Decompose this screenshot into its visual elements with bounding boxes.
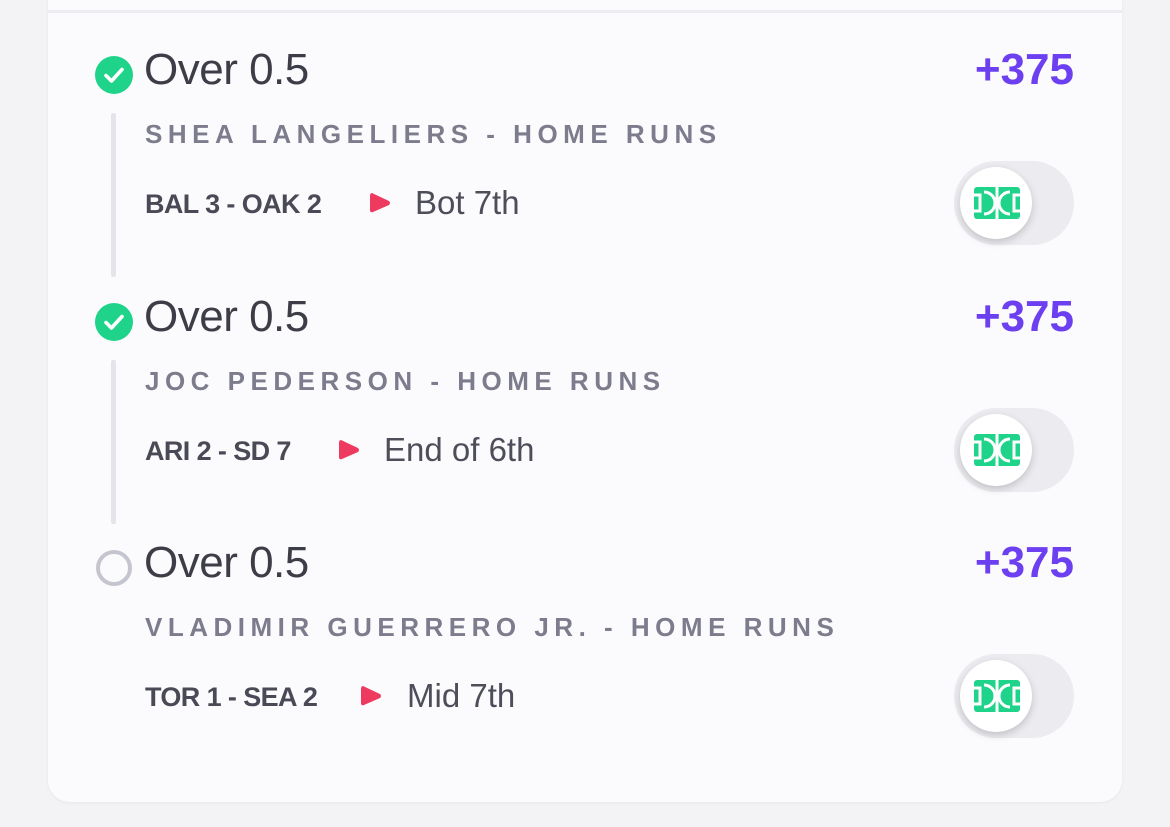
parlay-card: Over 0.5 +375 SHEA LANGELIERS - HOME RUN… — [48, 0, 1122, 802]
leg-connector-line — [111, 360, 116, 524]
market-label: SHEA LANGELIERS - HOME RUNS — [145, 119, 722, 149]
game-score: ARI 2 - SD 7 — [145, 436, 291, 466]
play-triangle-icon — [361, 686, 381, 706]
parlay-leg: Over 0.5 +375 VLADIMIR GUERRERO JR. - HO… — [48, 538, 1122, 792]
check-circle-icon — [95, 56, 133, 94]
check-circle-icon — [95, 303, 133, 341]
odds-value: +375 — [974, 45, 1074, 94]
selection-label: Over 0.5 — [144, 292, 309, 341]
field-icon — [974, 187, 1020, 219]
game-score: TOR 1 - SEA 2 — [145, 682, 318, 712]
play-triangle-icon — [370, 193, 390, 213]
field-view-toggle[interactable] — [954, 654, 1074, 738]
play-triangle-icon — [339, 440, 359, 460]
selection-label: Over 0.5 — [144, 538, 309, 587]
selection-label: Over 0.5 — [144, 45, 309, 94]
field-icon — [974, 434, 1020, 466]
toggle-knob — [960, 660, 1032, 732]
odds-value: +375 — [974, 292, 1074, 341]
field-view-toggle[interactable] — [954, 408, 1074, 492]
parlay-leg: Over 0.5 +375 JOC PEDERSON - HOME RUNS A… — [48, 292, 1122, 546]
toggle-knob — [960, 414, 1032, 486]
game-score: BAL 3 - OAK 2 — [145, 189, 322, 219]
toggle-knob — [960, 167, 1032, 239]
market-label: JOC PEDERSON - HOME RUNS — [145, 366, 666, 396]
card-divider — [48, 10, 1122, 13]
field-view-toggle[interactable] — [954, 161, 1074, 245]
parlay-leg: Over 0.5 +375 SHEA LANGELIERS - HOME RUN… — [48, 45, 1122, 299]
field-icon — [974, 680, 1020, 712]
inning-status: End of 6th — [384, 431, 535, 468]
inning-status: Bot 7th — [415, 184, 520, 221]
odds-value: +375 — [974, 538, 1074, 587]
market-label: VLADIMIR GUERRERO JR. - HOME RUNS — [145, 612, 840, 642]
inning-status: Mid 7th — [407, 677, 516, 714]
leg-connector-line — [111, 113, 116, 277]
empty-circle-icon — [96, 550, 132, 586]
